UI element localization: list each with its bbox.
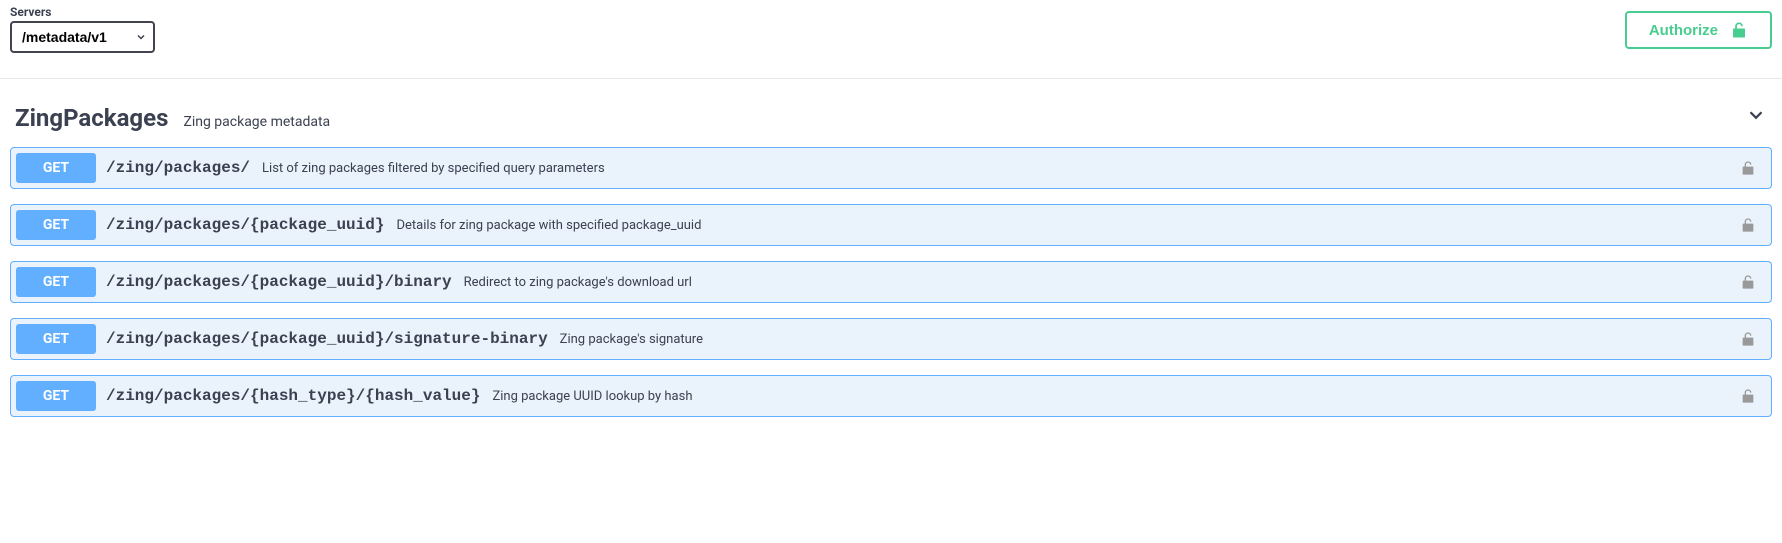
- http-method-badge: GET: [16, 210, 96, 240]
- tag-description: Zing package metadata: [183, 114, 330, 130]
- auth-lock-icon[interactable]: [1740, 216, 1756, 234]
- top-bar: Servers /metadata/v1 Authorize: [0, 0, 1782, 79]
- operation-path: /zing/packages/{package_uuid}/binary: [106, 273, 452, 291]
- operation-path: /zing/packages/{package_uuid}: [106, 216, 384, 234]
- unlock-icon: [1730, 21, 1748, 39]
- operation-row[interactable]: GET/zing/packages/{hash_type}/{hash_valu…: [10, 375, 1772, 417]
- servers-block: Servers /metadata/v1: [10, 5, 155, 53]
- operation-summary: Zing package UUID lookup by hash: [492, 389, 1740, 404]
- operation-path: /zing/packages/{package_uuid}/signature-…: [106, 330, 548, 348]
- operation-list: GET/zing/packages/List of zing packages …: [10, 147, 1772, 427]
- http-method-badge: GET: [16, 267, 96, 297]
- tag-name: ZingPackages: [15, 104, 168, 132]
- servers-label: Servers: [10, 5, 155, 19]
- http-method-badge: GET: [16, 153, 96, 183]
- operation-row[interactable]: GET/zing/packages/{package_uuid}/binary R…: [10, 261, 1772, 303]
- operation-summary: Zing package's signature: [560, 332, 1740, 347]
- server-select-wrap: /metadata/v1: [10, 21, 155, 53]
- http-method-badge: GET: [16, 324, 96, 354]
- operation-row[interactable]: GET/zing/packages/List of zing packages …: [10, 147, 1772, 189]
- operation-path: /zing/packages/: [106, 159, 250, 177]
- authorize-label: Authorize: [1649, 22, 1718, 39]
- operation-row[interactable]: GET/zing/packages/{package_uuid} Details …: [10, 204, 1772, 246]
- operation-summary: Details for zing package with specified …: [396, 218, 1740, 233]
- chevron-down-icon: [1745, 104, 1767, 126]
- tag-title-wrap: ZingPackages Zing package metadata: [15, 104, 330, 132]
- operation-row[interactable]: GET/zing/packages/{package_uuid}/signatu…: [10, 318, 1772, 360]
- auth-lock-icon[interactable]: [1740, 387, 1756, 405]
- operation-path: /zing/packages/{hash_type}/{hash_value}: [106, 387, 480, 405]
- auth-lock-icon[interactable]: [1740, 330, 1756, 348]
- collapse-toggle[interactable]: [1745, 104, 1767, 130]
- auth-lock-icon[interactable]: [1740, 159, 1756, 177]
- auth-lock-icon[interactable]: [1740, 273, 1756, 291]
- operation-summary: Redirect to zing package's download url: [464, 275, 1740, 290]
- http-method-badge: GET: [16, 381, 96, 411]
- tag-header[interactable]: ZingPackages Zing package metadata: [10, 99, 1772, 147]
- tag-section: ZingPackages Zing package metadata GET/z…: [0, 79, 1782, 437]
- authorize-button[interactable]: Authorize: [1625, 11, 1772, 49]
- server-select[interactable]: /metadata/v1: [10, 21, 155, 53]
- operation-summary: List of zing packages filtered by specif…: [262, 161, 1740, 176]
